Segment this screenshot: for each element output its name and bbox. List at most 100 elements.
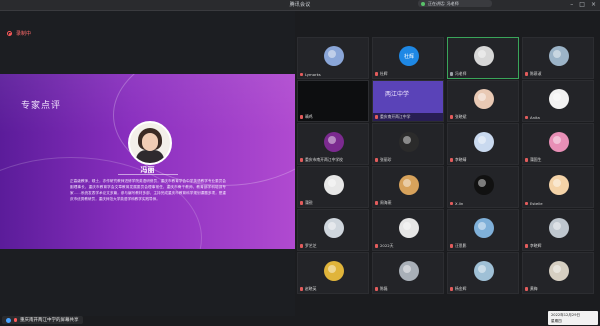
participant-tile[interactable]: 赵晓英 <box>297 252 369 294</box>
participant-name: 蒲国生 <box>530 157 542 162</box>
mic-muted-icon <box>375 72 378 76</box>
mic-muted-icon <box>300 201 303 205</box>
avatar <box>324 175 344 195</box>
participant-name: 汪思影 <box>455 243 467 248</box>
avatar: 杜辉 <box>399 46 419 66</box>
participant-tile[interactable]: 李晓辉 <box>522 209 594 251</box>
participant-tile[interactable]: 罗艺芝 <box>297 209 369 251</box>
participant-tile[interactable]: Lymorks <box>297 37 369 79</box>
participant-label: 汪思影 <box>450 243 466 249</box>
participant-label: 李晓辉 <box>525 243 541 249</box>
speaker-portrait <box>128 121 172 165</box>
participant-name: 赵晓英 <box>305 286 317 291</box>
mic-icon <box>450 72 453 76</box>
participant-name: 黄梅 <box>530 286 538 291</box>
participant-name: 2022天 <box>380 243 394 248</box>
screen-share-tab[interactable]: 重庆南开两江中学的屏幕共享 <box>2 316 83 324</box>
participant-tile[interactable]: 2022天 <box>372 209 444 251</box>
mic-muted-icon <box>300 287 303 291</box>
participant-label: 李晓晴 <box>450 157 466 163</box>
participant-tile[interactable]: Estelle <box>522 166 594 208</box>
maximize-icon[interactable]: □ <box>579 1 585 8</box>
avatar <box>399 132 419 152</box>
mic-muted-icon <box>525 287 528 291</box>
participant-name: 蒲锐 <box>305 200 313 205</box>
participant-label: 赵晓英 <box>300 286 316 292</box>
avatar <box>549 175 569 195</box>
minimize-icon[interactable]: – <box>570 1 573 8</box>
participant-tile[interactable]: 陈磊 <box>372 252 444 294</box>
participant-name: 张丽珍 <box>380 157 392 162</box>
participant-tile[interactable]: 两江中学重庆南开两江中学 <box>372 80 444 122</box>
participant-name: Anita <box>530 115 540 120</box>
participant-name: 晴鸡 <box>305 114 313 119</box>
participant-tile[interactable]: 冯老师 <box>447 37 519 79</box>
mic-muted-icon <box>525 244 528 248</box>
participant-tile[interactable]: 晴鸡 <box>297 80 369 122</box>
mic-muted-icon <box>14 318 17 322</box>
close-icon[interactable]: × <box>591 1 596 8</box>
participant-tile[interactable]: 张晓斌 <box>447 80 519 122</box>
participant-label: Lymorks <box>300 72 321 77</box>
window-controls: – □ × <box>570 1 596 8</box>
speaker-indicator-text: 正在讲话: 冯老师 <box>428 0 459 6</box>
participant-tile[interactable]: 杨金辉 <box>447 252 519 294</box>
participant-label: 蒲国生 <box>525 157 541 163</box>
participant-tile[interactable]: 汪思影 <box>447 209 519 251</box>
window-title: 腾讯会议 <box>289 2 311 8</box>
participant-tile[interactable]: 黄梅 <box>522 252 594 294</box>
speaker-indicator: 正在讲话: 冯老师 <box>418 0 492 7</box>
user-icon <box>6 317 11 323</box>
mic-muted-icon <box>450 287 453 291</box>
participant-label: 周海燕 <box>375 200 391 206</box>
avatar <box>399 261 419 281</box>
avatar <box>474 261 494 281</box>
participant-label: 2022天 <box>375 243 393 249</box>
avatar <box>549 218 569 238</box>
system-clock: 2022年12月29日 星期四 <box>548 311 598 325</box>
participant-label: 重庆市南开两江中学校 <box>300 157 343 163</box>
participant-tile[interactable]: 陈慕淑 <box>522 37 594 79</box>
participant-name: 重庆南开两江中学 <box>380 114 411 119</box>
participant-tile[interactable]: 蒲国生 <box>522 123 594 165</box>
participant-name: 张晓斌 <box>455 114 467 119</box>
participant-name: 冯老师 <box>455 71 467 76</box>
speaking-mic-icon <box>421 1 425 6</box>
participant-label: 晴鸡 <box>300 114 313 120</box>
recording-indicator[interactable]: 录制中 <box>7 30 31 37</box>
mic-muted-icon <box>375 244 378 248</box>
mic-muted-icon <box>300 158 303 162</box>
participant-label: 陈磊 <box>375 286 388 292</box>
clock-weekday: 星期四 <box>551 319 562 323</box>
participant-tile[interactable]: 重庆市南开两江中学校 <box>297 123 369 165</box>
mic-muted-icon <box>450 201 453 206</box>
participant-tile[interactable]: 张丽珍 <box>372 123 444 165</box>
participant-tile[interactable]: 杜辉 杜辉 <box>372 37 444 79</box>
banner-text: 两江中学 <box>385 91 410 98</box>
participant-tile[interactable]: 李晓晴 <box>447 123 519 165</box>
mic-muted-icon <box>450 244 453 248</box>
avatar <box>474 132 494 152</box>
avatar <box>324 46 344 66</box>
participant-name: X.lin <box>455 201 464 206</box>
mic-muted-icon <box>375 201 378 205</box>
participant-tile[interactable]: X.lin <box>447 166 519 208</box>
participant-name: Estelle <box>530 201 543 206</box>
participant-name: 罗艺芝 <box>305 243 317 248</box>
participant-tile[interactable]: 蒲锐 <box>297 166 369 208</box>
mic-muted-icon <box>375 158 378 162</box>
avatar <box>324 261 344 281</box>
participant-label: 蒲锐 <box>300 200 313 206</box>
mic-muted-icon <box>300 115 303 119</box>
mic-muted-icon <box>450 115 453 119</box>
participant-name: Lymorks <box>305 72 321 77</box>
participant-label: Anita <box>525 115 540 120</box>
avatar <box>549 132 569 152</box>
participant-tile[interactable]: 周海燕 <box>372 166 444 208</box>
participant-tile[interactable]: Anita <box>522 80 594 122</box>
recording-label: 录制中 <box>16 31 32 37</box>
participant-name: 李晓晴 <box>455 157 467 162</box>
mic-muted-icon <box>525 72 528 76</box>
avatar <box>324 218 344 238</box>
avatar <box>324 132 344 152</box>
